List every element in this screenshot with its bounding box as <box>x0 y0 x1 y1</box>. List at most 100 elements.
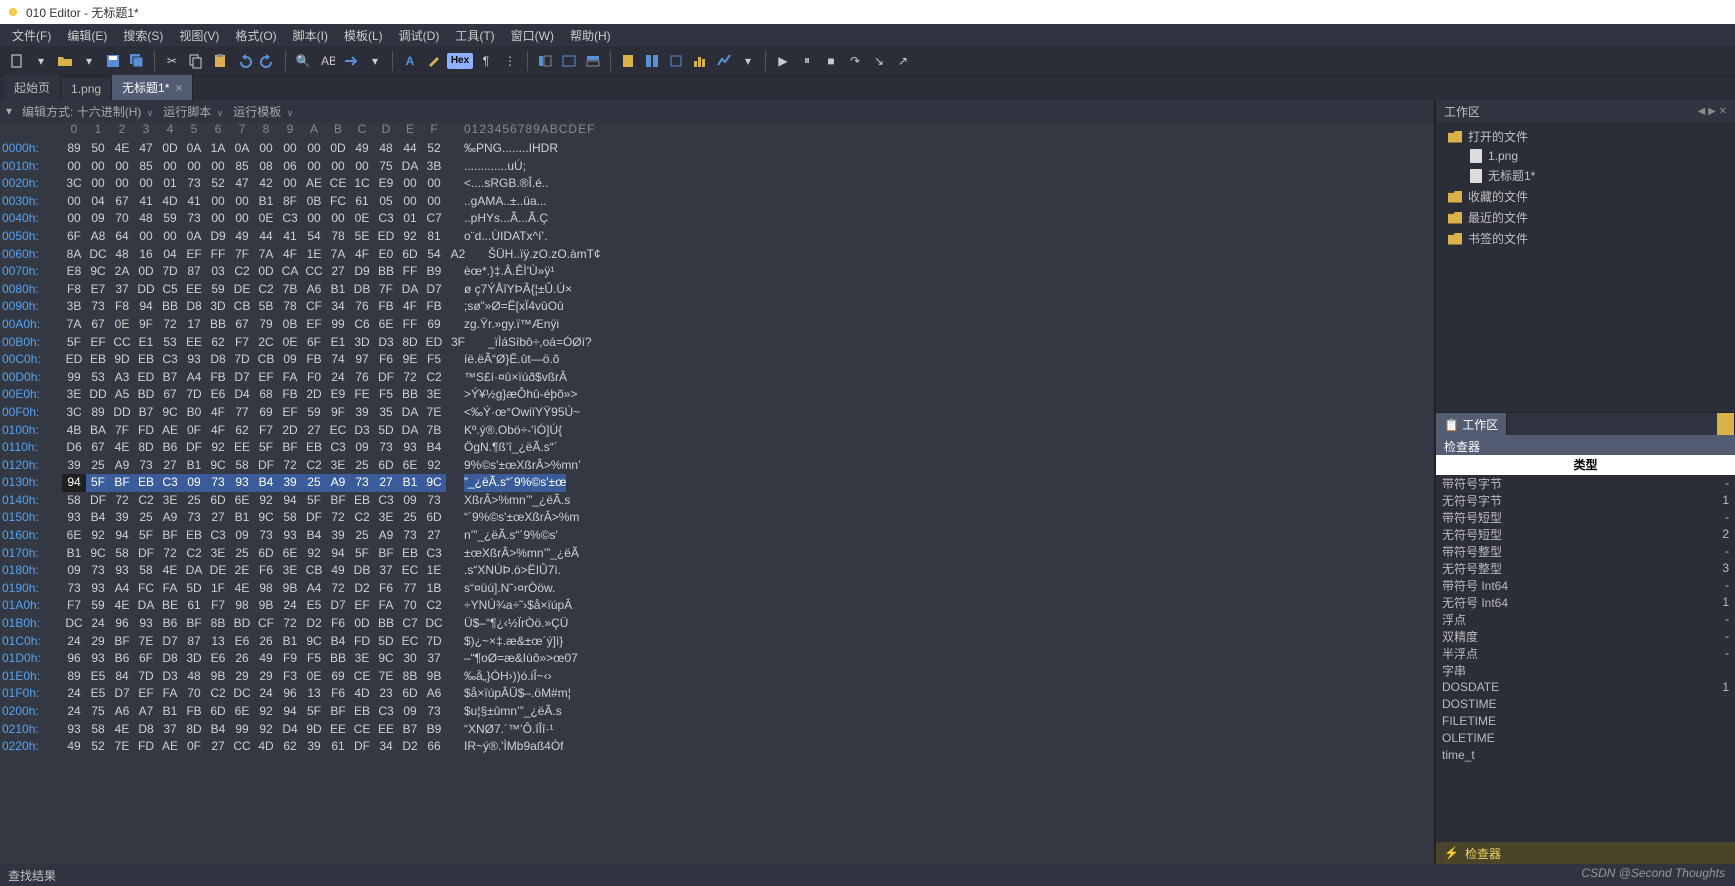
menu-调试(D)[interactable]: 调试(D) <box>391 24 448 46</box>
ascii-col[interactable]: ÖgN.¶ß’î_¿ëÃ.s“´ <box>464 439 558 457</box>
hex-row[interactable]: 01B0h:DC249693B6BF8BBDCF72D2F60DBBC7DCÜ$… <box>0 615 1434 633</box>
step-into-button[interactable]: ↘ <box>868 50 890 72</box>
inspector-row[interactable]: 双精度- <box>1436 628 1735 645</box>
chart-button[interactable] <box>713 50 735 72</box>
menu-窗口(W)[interactable]: 窗口(W) <box>503 24 562 46</box>
inspector-row[interactable]: 无符号字节1 <box>1436 492 1735 509</box>
step-over-button[interactable]: ↷ <box>844 50 866 72</box>
copy-button[interactable] <box>185 50 207 72</box>
inspector-row[interactable]: 半浮点- <box>1436 645 1735 662</box>
hex-bytes[interactable]: 4BBA7FFDAE0F4F62F72D27ECD35DDA7B <box>62 422 446 440</box>
inspector-row[interactable]: 带符号短型- <box>1436 509 1735 526</box>
hex-row[interactable]: 00D0h:9953A3EDB7A4FBD7EFFAF02476DF72C2™S… <box>0 369 1434 387</box>
ascii-col[interactable]: XßrÂ>%mn’”_¿ëÃ.s <box>464 492 570 510</box>
ascii-col[interactable]: s“¤üú].N˜›¤rÒöw. <box>464 580 555 598</box>
tree-file-2[interactable]: 无标题1* <box>1444 165 1727 186</box>
ascii-col[interactable]: ø ç7ÝÅîYÞÂ{¦±Û.Ú× <box>464 281 572 299</box>
chart-dropdown-icon[interactable]: ▾ <box>737 50 759 72</box>
menu-搜索(S)[interactable]: 搜索(S) <box>115 24 171 46</box>
collapse-icon[interactable]: ▾ <box>6 104 12 118</box>
hex-row[interactable]: 0210h:93584ED8378DB49992D49DEECEEEB7B9“X… <box>0 721 1434 739</box>
checksum-button[interactable] <box>665 50 687 72</box>
hex-bytes[interactable]: 9953A3EDB7A4FBD7EFFAF02476DF72C2 <box>62 369 446 387</box>
hex-bytes[interactable]: F7594EDABE61F7989B24E5D7EFFA70C2 <box>62 597 446 615</box>
tab-1.png[interactable]: 1.png <box>61 78 112 100</box>
hex-bytes[interactable]: 945FBFEBC3097393B43925A97327B19C <box>62 474 446 492</box>
inspector-row[interactable]: 无符号整型3 <box>1436 560 1735 577</box>
hex-bytes[interactable]: 3EDDA5BD677DE6D468FB2DE9FEF5BB3E <box>62 386 446 404</box>
new-file-dropdown-icon[interactable]: ▾ <box>30 50 52 72</box>
goto-button[interactable] <box>340 50 362 72</box>
hex-row[interactable]: 00E0h:3EDDA5BD677DE6D468FB2DE9FEF5BB3E>Ý… <box>0 386 1434 404</box>
hex-bytes[interactable]: 000467414D410000B18F0BFC61050000 <box>62 193 446 211</box>
inspector-row[interactable]: time_t <box>1436 747 1735 764</box>
tree-favorites[interactable]: 收藏的文件 <box>1444 186 1727 207</box>
menu-视图(V)[interactable]: 视图(V) <box>171 24 227 46</box>
hex-row[interactable]: 00F0h:3C89DDB79CB04F7769EF599F3935DA7E<‰… <box>0 404 1434 422</box>
hex-bytes[interactable]: 89E5847DD3489B2929F30E69CE7E8B9B <box>62 668 446 686</box>
inspector-row[interactable]: 浮点- <box>1436 611 1735 628</box>
inspector-subtab[interactable]: 检查器 <box>1436 435 1735 455</box>
open-dropdown-icon[interactable]: ▾ <box>78 50 100 72</box>
inspector-row[interactable]: 带符号 Int64- <box>1436 577 1735 594</box>
hex-row[interactable]: 0030h:000467414D410000B18F0BFC61050000..… <box>0 193 1434 211</box>
hex-row[interactable]: 0220h:49527EFDAE0F27CC4D623961DF34D266IR… <box>0 738 1434 756</box>
tab-起始页[interactable]: 起始页 <box>4 75 61 100</box>
menu-模板(L)[interactable]: 模板(L) <box>336 24 391 46</box>
run-script-label[interactable]: 运行脚本 ∨ <box>163 103 223 120</box>
hex-bytes[interactable]: 3C000000017352474200AECE1CE90000 <box>62 175 446 193</box>
menu-工具(T)[interactable]: 工具(T) <box>447 24 502 46</box>
tab-close-icon[interactable]: × <box>175 81 182 95</box>
hex-bytes[interactable]: 49527EFDAE0F27CC4D623961DF34D266 <box>62 738 446 756</box>
hex-bytes[interactable]: 2429BF7ED78713E626B19CB4FD5DEC7D <box>62 633 446 651</box>
hex-row[interactable]: 00C0h:EDEB9DEBC393D87DCB09FB7497F69EF5íë… <box>0 351 1434 369</box>
ascii-col[interactable]: ™S£í·¤û×ïúð$vßrÂ <box>464 369 567 387</box>
ascii-col[interactable]: $u¦§±ûmn’”_¿ëÃ.s <box>464 703 562 721</box>
hex-bytes[interactable]: 93584ED8378DB49992D49DEECEEEB7B9 <box>62 721 446 739</box>
calc-button[interactable] <box>617 50 639 72</box>
panel3-button[interactable] <box>582 50 604 72</box>
hex-row[interactable]: 0140h:58DF72C23E256D6E92945FBFEBC30973Xß… <box>0 492 1434 510</box>
hex-row[interactable]: 0000h:89504E470D0A1A0A0000000D49484452‰P… <box>0 140 1434 158</box>
hex-row[interactable]: 0170h:B19C58DF72C23E256D6E92945FBFEBC3±œ… <box>0 545 1434 563</box>
toggle-button[interactable]: ¶ <box>475 50 497 72</box>
panel-nav-icons[interactable]: ◀ ▶ ✕ <box>1698 106 1727 117</box>
ascii-col[interactable]: “´9%©s'±œXßrÂ>%m <box>464 509 579 527</box>
hex-bytes[interactable]: D6674E8DB6DF92EE5FBFEBC3097393B4 <box>62 439 446 457</box>
undo-button[interactable] <box>233 50 255 72</box>
new-file-button[interactable] <box>6 50 28 72</box>
hex-row[interactable]: 0130h:945FBFEBC3097393B43925A97327B19C”_… <box>0 474 1434 492</box>
panel2-button[interactable] <box>558 50 580 72</box>
hex-row[interactable]: 0020h:3C000000017352474200AECE1CE90000<.… <box>0 175 1434 193</box>
run-button[interactable]: ▶ <box>772 50 794 72</box>
ascii-col[interactable]: ŠÜH..ïÿ.zO.zO.àmT¢ <box>488 246 601 264</box>
hex-row[interactable]: 0070h:E89C2A0D7D8703C20DCACC27D9BBFFB9èœ… <box>0 263 1434 281</box>
inspector-row[interactable]: 无符号短型2 <box>1436 526 1735 543</box>
hex-bytes[interactable]: DC249693B6BF8BBDCF72D2F60DBBC7DC <box>62 615 446 633</box>
ascii-col[interactable]: zg.Ÿr.»gy.ï™Ænÿi <box>464 316 559 334</box>
ascii-col[interactable]: .s“XNÚÞ.ö>ËIÛ7ì. <box>464 562 561 580</box>
histogram-button[interactable] <box>689 50 711 72</box>
hex-bytes[interactable]: 9693B66FD83DE62649F9F5BB3E9C3037 <box>62 650 446 668</box>
hex-bytes[interactable]: E89C2A0D7D8703C20DCACC27D9BBFFB9 <box>62 263 446 281</box>
replace-button[interactable]: AB <box>316 50 338 72</box>
menu-文件(F)[interactable]: 文件(F) <box>4 24 59 46</box>
inspector-row[interactable]: DOSDATE1 <box>1436 679 1735 696</box>
ascii-col[interactable]: $)¿~×‡.æ&±œ´ý]ì} <box>464 633 563 651</box>
workspace-tree[interactable]: 打开的文件 1.png 无标题1* 收藏的文件 最近的文件 书签的文件 <box>1436 122 1735 412</box>
hex-row[interactable]: 0200h:2475A6A7B1FB6D6E92945FBFEBC30973$u… <box>0 703 1434 721</box>
hex-bytes[interactable]: 0000008500000085080600000075DA3B <box>62 158 446 176</box>
inspector-footer[interactable]: ⚡ 检查器 <box>1436 842 1735 864</box>
hex-bytes[interactable]: 2475A6A7B1FB6D6E92945FBFEBC30973 <box>62 703 446 721</box>
inspector-row[interactable]: 字串 <box>1436 662 1735 679</box>
ascii-col[interactable]: èœ*.}‡.Â.ÊÌ'Ù»ÿ¹ <box>464 263 554 281</box>
menu-格式(O)[interactable]: 格式(O) <box>227 24 284 46</box>
hex-row[interactable]: 0190h:7393A4FCFA5D1F4E989BA472D2F6771Bs“… <box>0 580 1434 598</box>
inspector-row[interactable]: 无符号 Int641 <box>1436 594 1735 611</box>
ascii-col[interactable]: <....sRGB.®Î.é.. <box>464 175 549 193</box>
hex-bytes[interactable]: 93B43925A97327B19C58DF72C23E256D <box>62 509 446 527</box>
paste-button[interactable] <box>209 50 231 72</box>
hex-mode-button[interactable]: Hex <box>447 53 473 69</box>
ascii-col[interactable]: ±œXßrÂ>%mn’”_¿ëÃ <box>464 545 579 563</box>
hex-bytes[interactable]: 3925A97327B19C58DF72C23E256D6E92 <box>62 457 446 475</box>
